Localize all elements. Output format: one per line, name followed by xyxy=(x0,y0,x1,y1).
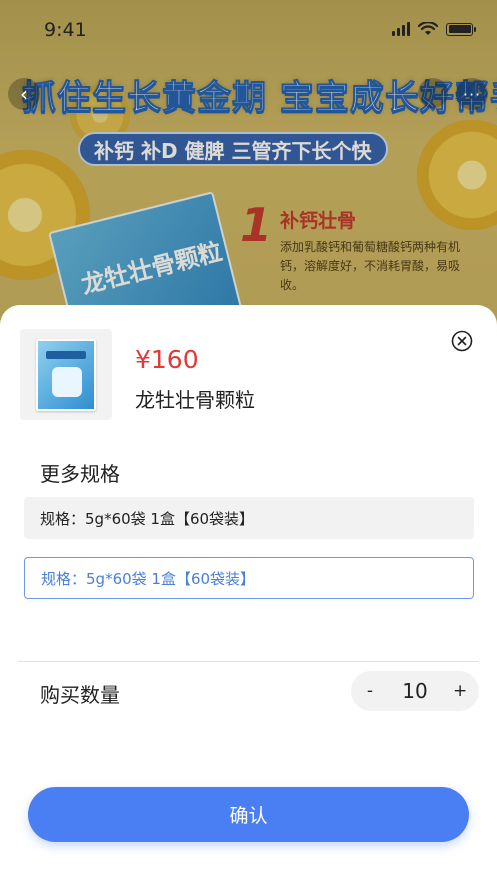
status-time: 9:41 xyxy=(44,19,87,41)
battery-icon xyxy=(446,22,476,36)
banner-subtitle: 补钙 补D 健脾 三管齐下长个快 xyxy=(78,132,388,166)
spec-option[interactable]: 规格：5g*60袋 1盒【60袋装】 xyxy=(24,497,474,539)
feature-description: 添加乳酸钙和葡萄糖酸钙两种有机钙，溶解度好，不消耗胃酸，易吸收。 xyxy=(280,240,461,292)
product-thumbnail xyxy=(20,329,112,420)
spec-selection-sheet: ¥160 龙牡壮骨颗粒 更多规格 规格：5g*60袋 1盒【60袋装】 规格：5… xyxy=(0,305,497,883)
pineapple-graphic xyxy=(70,85,130,145)
product-name: 龙牡壮骨颗粒 xyxy=(135,388,255,412)
quantity-stepper: - 10 + xyxy=(351,671,479,711)
pineapple-graphic xyxy=(0,150,90,280)
chevron-left-icon: ‹ xyxy=(20,82,28,106)
decrement-button[interactable]: - xyxy=(363,681,377,701)
spec-option-selected[interactable]: 规格：5g*60袋 1盒【60袋装】 xyxy=(24,557,474,599)
quantity-value[interactable]: 10 xyxy=(402,679,427,703)
status-bar: 9:41 xyxy=(0,0,497,60)
close-icon[interactable] xyxy=(451,330,473,352)
more-button[interactable]: ··· xyxy=(456,78,488,110)
increment-button[interactable]: + xyxy=(453,681,467,701)
spec-section-title: 更多规格 xyxy=(40,462,120,486)
cellular-signal-icon xyxy=(392,22,410,36)
confirm-button[interactable]: 确认 xyxy=(28,787,469,842)
pineapple-graphic xyxy=(417,120,497,230)
feature-number: 1 xyxy=(240,198,273,252)
back-button[interactable]: ‹ xyxy=(8,78,40,110)
package-label: 龙牡壮骨颗粒 xyxy=(78,237,226,300)
product-box-image xyxy=(36,338,96,411)
more-icon: ··· xyxy=(462,84,482,104)
wifi-icon xyxy=(418,22,438,35)
product-price: ¥160 xyxy=(135,345,199,374)
home-button[interactable] xyxy=(418,78,448,108)
feature-title: 补钙壮骨 xyxy=(280,210,357,232)
quantity-label: 购买数量 xyxy=(40,683,120,707)
divider xyxy=(18,661,479,662)
